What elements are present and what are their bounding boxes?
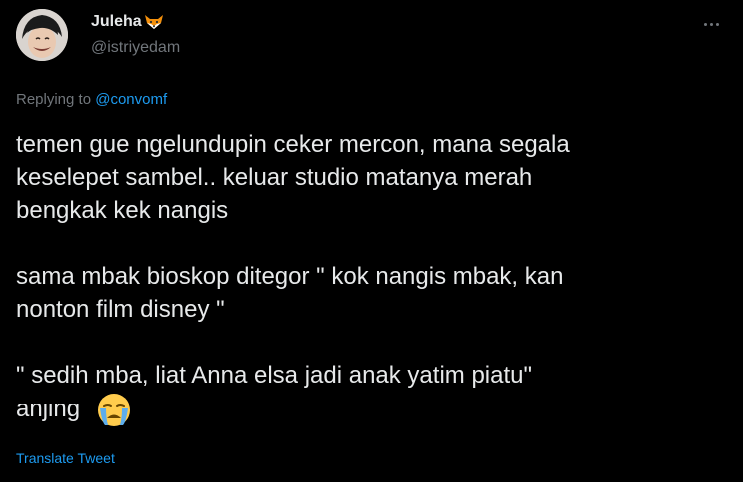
display-name[interactable]: Juleha <box>91 13 142 31</box>
author-name-row[interactable]: Juleha <box>91 13 164 31</box>
more-dot-icon <box>709 22 713 26</box>
more-dot-icon <box>715 22 719 26</box>
reply-target-link[interactable]: @convomf <box>95 91 167 108</box>
tweet-text: temen gue ngelundupin ceker mercon, mana… <box>16 128 716 432</box>
tweet-last-word: anjing <box>16 395 81 422</box>
replying-to-prefix: Replying to <box>16 91 96 108</box>
more-dot-icon <box>703 22 707 26</box>
translate-tweet-link[interactable]: Translate Tweet <box>16 450 115 466</box>
tweet-paragraph-2: sama mbak bioskop ditegor " kok nangis m… <box>16 263 564 323</box>
fox-face-icon <box>144 14 164 30</box>
tweet-paragraph-1: temen gue ngelundupin ceker mercon, mana… <box>16 131 570 224</box>
tweet-card: Juleha @istriyedam Replying to @convomf … <box>0 0 743 482</box>
avatar[interactable] <box>16 9 68 61</box>
author-handle[interactable]: @istriyedam <box>91 39 180 57</box>
tweet-paragraph-3: " sedih mba, liat Anna elsa jadi anak ya… <box>16 362 532 389</box>
more-options-button[interactable] <box>696 14 726 34</box>
loudly-crying-face-icon <box>96 392 132 428</box>
tweet-last-line: anjing <box>16 392 716 432</box>
replying-to: Replying to @convomf <box>16 91 167 108</box>
